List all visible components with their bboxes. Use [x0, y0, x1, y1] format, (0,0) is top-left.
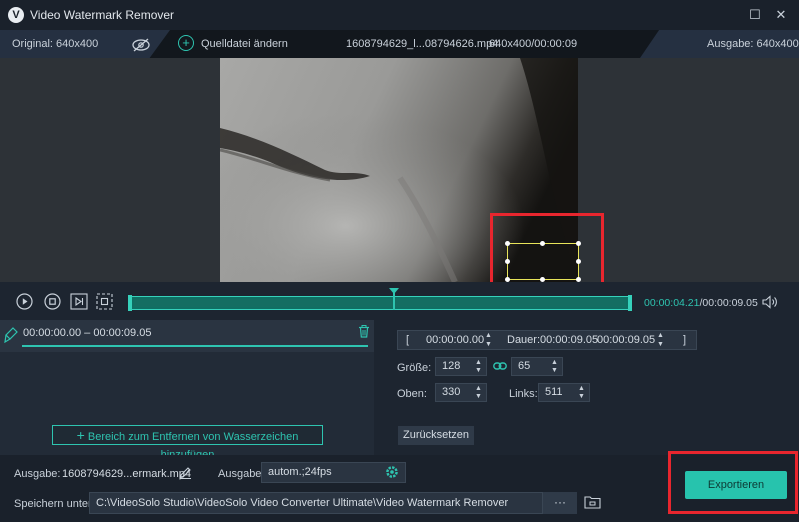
spin-up-icon[interactable]: ▲: [578, 385, 585, 393]
output-file-name: 1608794629...ermark.mp4: [62, 468, 192, 480]
bracket-end-button[interactable]: ]: [683, 334, 686, 346]
timeline-segment[interactable]: [134, 299, 626, 307]
save-path-field[interactable]: C:\VideoSolo Studio\VideoSolo Video Conv…: [89, 492, 543, 514]
change-source-button[interactable]: Quelldatei ändern: [201, 38, 288, 50]
window-title: Video Watermark Remover: [30, 8, 175, 22]
spin-up-icon[interactable]: ▲: [485, 332, 492, 340]
plus-icon: +: [76, 427, 85, 443]
trim-handle-start[interactable]: [128, 295, 132, 311]
stop-icon[interactable]: [44, 293, 61, 310]
resize-handle[interactable]: [540, 241, 545, 246]
duration-field[interactable]: Dauer:00:00:09.05: [507, 334, 598, 346]
file-name: 1608794629_l...08794626.mp4: [346, 38, 499, 50]
resize-handle[interactable]: [576, 259, 581, 264]
format-label: Ausgabe:: [218, 468, 265, 480]
add-circle-icon[interactable]: +: [178, 35, 194, 51]
top-label: Oben:: [397, 388, 427, 400]
save-location-label: Speichern unter:: [14, 498, 95, 510]
spin-down-icon[interactable]: ▼: [475, 367, 482, 375]
file-meta: 640x400/00:00:09: [489, 38, 578, 50]
output-resolution: Ausgabe: 640x400: [707, 38, 799, 50]
resize-handle[interactable]: [505, 259, 510, 264]
add-area-button[interactable]: + Bereich zum Entfernen von Wasserzeiche…: [52, 425, 323, 461]
volume-icon[interactable]: [762, 295, 778, 309]
original-resolution: Original: 640x400: [12, 38, 99, 50]
end-time-field[interactable]: 00:00:09.05: [597, 334, 655, 346]
spin-down-icon[interactable]: ▼: [485, 341, 492, 349]
segment-range: 00:00:00.00 – 00:00:09.05: [23, 327, 152, 339]
folder-icon[interactable]: [584, 495, 601, 509]
maximize-icon[interactable]: ☐: [746, 6, 764, 24]
total-time: /00:00:09.05: [699, 297, 758, 309]
spin-down-icon[interactable]: ▼: [657, 341, 664, 349]
playhead-marker[interactable]: [388, 288, 399, 294]
spin-up-icon[interactable]: ▲: [475, 359, 482, 367]
spin-down-icon[interactable]: ▼: [475, 393, 482, 401]
trash-icon[interactable]: [358, 325, 370, 338]
spin-up-icon[interactable]: ▲: [551, 359, 558, 367]
logo-icon: V: [8, 7, 24, 23]
reset-button[interactable]: Zurücksetzen: [398, 426, 474, 445]
link-icon[interactable]: [493, 361, 507, 371]
browse-more-button[interactable]: ···: [543, 492, 577, 514]
step-forward-icon[interactable]: [70, 293, 88, 310]
pencil-icon[interactable]: [179, 466, 192, 479]
time-readout: 00:00:04.21/00:00:09.05: [644, 297, 758, 309]
trim-handle-end[interactable]: [628, 295, 632, 311]
play-icon[interactable]: [16, 293, 33, 310]
close-icon[interactable]: ✕: [772, 6, 790, 24]
spin-up-icon[interactable]: ▲: [475, 385, 482, 393]
eye-off-icon[interactable]: [131, 38, 151, 52]
start-time-field[interactable]: 00:00:00.00: [426, 334, 484, 346]
watermark-selection-rect[interactable]: [507, 243, 579, 280]
brush-icon: [4, 327, 18, 343]
segment-progress-line: [22, 345, 368, 347]
bracket-start-button[interactable]: [: [406, 334, 409, 346]
resize-handle[interactable]: [505, 241, 510, 246]
clip-icon[interactable]: [96, 293, 113, 310]
spin-down-icon[interactable]: ▼: [578, 393, 585, 401]
size-label: Größe:: [397, 362, 432, 374]
highlight-box-export: [668, 451, 798, 514]
output-label: Ausgabe:: [14, 468, 61, 480]
resize-handle[interactable]: [576, 241, 581, 246]
current-time: 00:00:04.21: [644, 297, 700, 309]
spin-down-icon[interactable]: ▼: [551, 367, 558, 375]
spin-up-icon[interactable]: ▲: [657, 332, 664, 340]
left-label: Links:: [509, 388, 538, 400]
gear-icon[interactable]: [385, 465, 399, 479]
